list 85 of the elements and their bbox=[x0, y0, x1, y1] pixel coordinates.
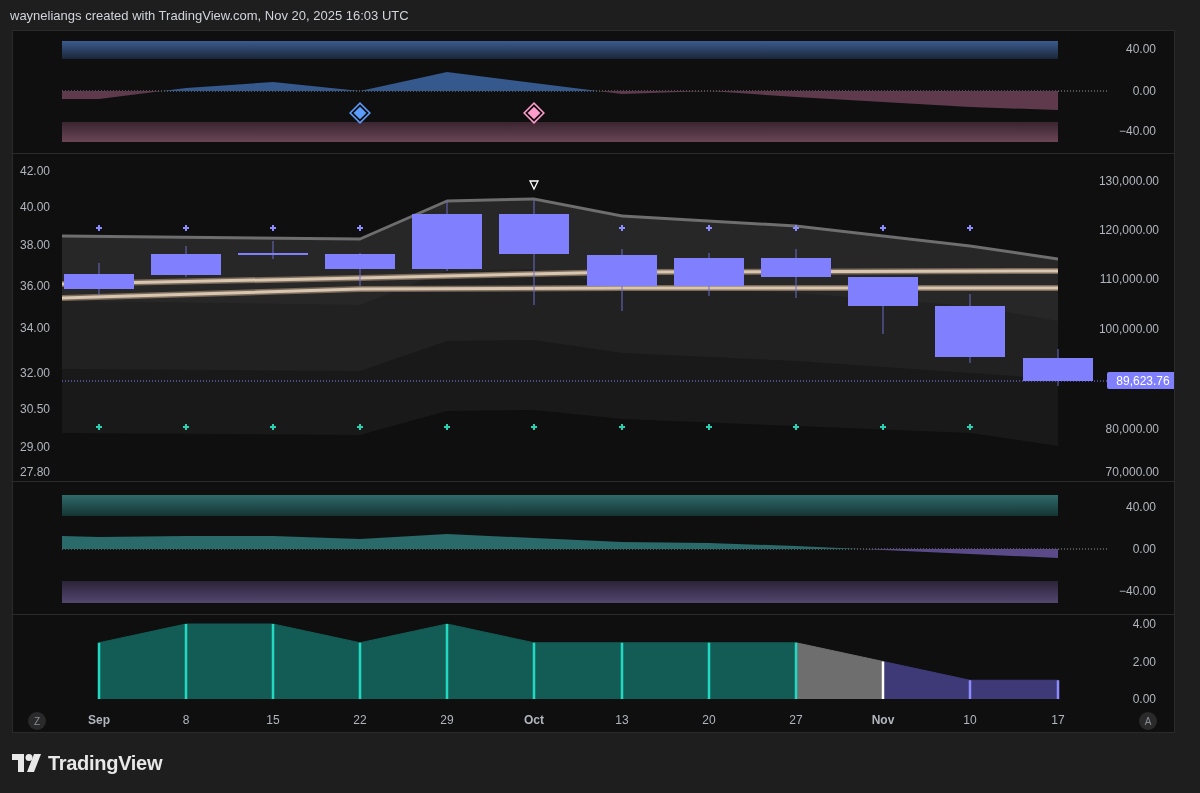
axis-label: 0.00 bbox=[1132, 542, 1156, 556]
axis-label: −40.00 bbox=[1118, 124, 1156, 138]
time-label: 13 bbox=[615, 713, 629, 727]
plus-marker-icon bbox=[269, 423, 277, 431]
axis-label: 2.00 bbox=[1132, 654, 1156, 669]
plus-marker-icon bbox=[966, 224, 974, 232]
plus-marker-icon bbox=[966, 423, 974, 431]
plus-marker-icon bbox=[356, 423, 364, 431]
time-label: 17 bbox=[1051, 713, 1065, 727]
candle bbox=[1023, 348, 1093, 387]
time-label: 27 bbox=[789, 713, 803, 727]
axis-label: 36.00 bbox=[20, 279, 51, 293]
axis-label: 34.00 bbox=[20, 321, 51, 335]
time-label: 8 bbox=[182, 713, 190, 727]
axis-label: 30.50 bbox=[20, 402, 51, 416]
plus-marker-icon bbox=[879, 224, 887, 232]
axis-label: 100,000.00 bbox=[1098, 322, 1159, 336]
plus-marker-icon bbox=[618, 423, 626, 431]
value-marker bbox=[358, 642, 362, 699]
plus-marker-icon bbox=[792, 224, 800, 232]
logo-icon bbox=[12, 754, 42, 772]
chart-credit: wayneliangs created with TradingView.com, Nov 20, 2025 16:03 UTC bbox=[10, 7, 409, 23]
diamond-marker-icon bbox=[349, 102, 371, 124]
axis-label: 40.00 bbox=[20, 200, 51, 214]
price-tag: 89,623.76 bbox=[1107, 372, 1174, 389]
axis-label: 32.00 bbox=[20, 366, 51, 380]
axis-label: 80,000.00 bbox=[1105, 422, 1159, 436]
value-marker bbox=[881, 661, 885, 699]
candle bbox=[64, 262, 134, 296]
plus-marker-icon bbox=[95, 423, 103, 431]
value-marker bbox=[794, 642, 798, 699]
time-label: Nov bbox=[871, 713, 895, 727]
plus-marker-icon bbox=[443, 423, 451, 431]
axis-label: 4.00 bbox=[1132, 617, 1156, 631]
candle bbox=[935, 293, 1005, 364]
plus-marker-icon bbox=[530, 423, 538, 431]
candle bbox=[412, 200, 482, 272]
axis-label: 40.00 bbox=[1125, 500, 1156, 514]
diamond-marker-icon bbox=[523, 102, 545, 124]
value-marker bbox=[532, 642, 536, 699]
candle bbox=[325, 252, 395, 287]
value-marker bbox=[707, 642, 711, 699]
axis-label: 38.00 bbox=[20, 238, 51, 252]
axis-label: 42.00 bbox=[20, 164, 51, 178]
axis-label: 27.80 bbox=[20, 465, 51, 479]
plus-marker-icon bbox=[269, 224, 277, 232]
time-label: Oct bbox=[524, 713, 544, 727]
value-marker bbox=[620, 642, 624, 699]
axis-label: 130,000.00 bbox=[1098, 174, 1159, 188]
axis-label: 70,000.00 bbox=[1105, 465, 1159, 479]
candle bbox=[151, 245, 221, 278]
time-label: 10 bbox=[963, 713, 977, 727]
candle bbox=[674, 252, 744, 297]
time-label: Sep bbox=[88, 713, 110, 727]
plus-marker-icon bbox=[618, 224, 626, 232]
plus-marker-icon bbox=[792, 423, 800, 431]
axis-label: 0.00 bbox=[1132, 692, 1156, 706]
candle bbox=[761, 248, 831, 299]
value-marker bbox=[1056, 680, 1060, 699]
axis-label: 120,000.00 bbox=[1098, 223, 1159, 237]
time-label: 29 bbox=[440, 713, 454, 727]
axis-label: 40.00 bbox=[1125, 42, 1156, 56]
value-marker bbox=[97, 642, 101, 699]
time-label: 20 bbox=[702, 713, 716, 727]
triangle-marker-icon bbox=[528, 180, 540, 191]
axis-label: −40.00 bbox=[1118, 584, 1156, 598]
plus-marker-icon bbox=[705, 423, 713, 431]
plus-marker-icon bbox=[356, 224, 364, 232]
axis-label: 110,000.00 bbox=[1099, 272, 1159, 286]
candle bbox=[848, 276, 918, 335]
plus-marker-icon bbox=[705, 224, 713, 232]
axis-label: 29.00 bbox=[20, 440, 51, 454]
auto-scale-button[interactable]: A bbox=[1139, 712, 1157, 730]
time-label: 22 bbox=[353, 713, 367, 727]
candle bbox=[238, 240, 308, 260]
plus-marker-icon bbox=[879, 423, 887, 431]
brand-name: TradingView bbox=[48, 751, 163, 775]
plus-marker-icon bbox=[95, 224, 103, 232]
value-marker bbox=[968, 680, 972, 699]
plus-marker-icon bbox=[182, 224, 190, 232]
axis-label: 0.00 bbox=[1132, 84, 1156, 98]
time-label: 15 bbox=[266, 713, 280, 727]
auto-scale-button[interactable]: Z bbox=[28, 712, 46, 730]
plus-marker-icon bbox=[182, 423, 190, 431]
candle bbox=[587, 248, 657, 312]
